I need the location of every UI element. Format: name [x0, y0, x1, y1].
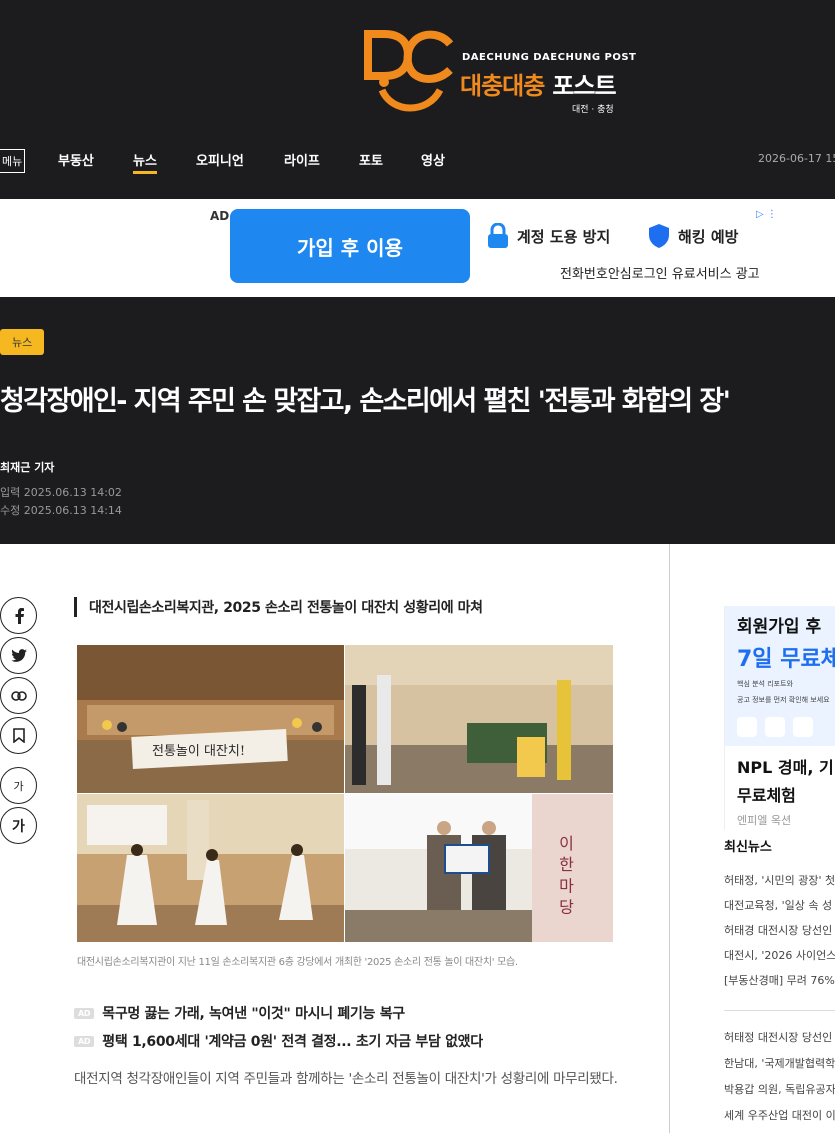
- share-toolbar: 가 가: [0, 597, 40, 847]
- sidebar-ad-title-1: NPL 경매, 기: [737, 758, 834, 777]
- logo-region: 대전 · 충청: [572, 105, 614, 115]
- nav-item-opinion[interactable]: 오피니언: [196, 150, 244, 169]
- ad-label: AD: [210, 209, 230, 223]
- nav-item-news[interactable]: 뉴스: [133, 150, 157, 174]
- latest-news-item[interactable]: [부동산경매] 무려 76%: [724, 972, 835, 988]
- ad-feature-2: 해킹 예방: [648, 223, 738, 249]
- sidebar-ad-small-2: 공고 정보를 먼저 확인해 보세요: [737, 696, 830, 704]
- logo-mark-icon: [364, 30, 454, 112]
- latest-news-item[interactable]: 박용갑 의원, 독립유공자: [724, 1081, 835, 1097]
- sidebar-ad[interactable]: 회원가입 후 7일 무료체 핵심 분석 리포트와 공고 정보를 먼저 확인해 보…: [724, 606, 835, 830]
- bookmark-button[interactable]: [0, 717, 37, 754]
- ad-signup-button[interactable]: 가입 후 이용: [230, 209, 470, 283]
- ad-feature-2-label: 해킹 예방: [678, 227, 739, 246]
- ad-banner[interactable]: AD 가입 후 이용 계정 도용 방지 해킹 예방 전화번호안심로그인 유료서비…: [0, 199, 835, 297]
- published-date: 입력 2025.06.13 14:02: [0, 486, 122, 499]
- logo-text-ko-2: 포스트: [552, 72, 616, 100]
- sidebar-ad-top: 회원가입 후 7일 무료체 핵심 분석 리포트와 공고 정보를 먼저 확인해 보…: [725, 606, 835, 746]
- ad-link-2-text: 평택 1,600세대 '계약금 0원' 전격 결정... 초기 자금 부담 없앴…: [102, 1034, 483, 1050]
- latest-news-item[interactable]: 세계 우주산업 대전이 이: [724, 1107, 835, 1123]
- photo-banner-text: 전통놀이 대잔치!: [152, 744, 245, 759]
- photo-collage: 전통놀이 대잔치! 이 한 마 당: [77, 645, 613, 942]
- latest-news-item[interactable]: 허태정 대전시장 당선인: [724, 1029, 832, 1045]
- reporter-name[interactable]: 최재근 기자: [0, 459, 54, 475]
- sidebar-ad-offer: 7일 무료체: [737, 647, 835, 672]
- sidebar-ad-small-1: 핵심 분석 리포트와: [737, 680, 793, 688]
- latest-news-item[interactable]: 대전교육청, '일상 속 성: [724, 897, 832, 913]
- ad-link-1[interactable]: AD 목구멍 끓는 가래, 녹여낸 "이것" 마시니 폐기능 복구: [74, 1003, 405, 1023]
- facebook-share-button[interactable]: [0, 597, 37, 634]
- latest-news-title: 최신뉴스: [724, 840, 772, 855]
- twitter-icon: [10, 648, 27, 662]
- link-icon: [10, 690, 27, 701]
- header-date: 2026-06-17 15:: [758, 152, 835, 165]
- ad-link-1-text: 목구멍 끓는 가래, 녹여낸 "이것" 마시니 폐기능 복구: [102, 1006, 405, 1022]
- nav-item-video[interactable]: 영상: [421, 150, 445, 169]
- ad-link-2-tag: AD: [74, 1035, 95, 1047]
- category-badge[interactable]: 뉴스: [0, 329, 45, 355]
- lock-icon: [488, 223, 508, 248]
- site-header: DAECHUNG DAECHUNG POST 대충대충 포스트 대전 · 충청 메…: [0, 0, 835, 199]
- latest-news-item[interactable]: 허태정, '시민의 광장' 첫: [724, 872, 835, 888]
- font-decrease-button[interactable]: 가: [0, 767, 37, 804]
- bookmark-icon: [12, 728, 25, 743]
- twitter-share-button[interactable]: [0, 637, 37, 674]
- latest-news-item[interactable]: 한남대, '국제개발협력학: [724, 1055, 835, 1071]
- sidebar-divider: [669, 544, 670, 1133]
- facebook-icon: [15, 607, 24, 624]
- ad-feature-1: 계정 도용 방지: [487, 223, 610, 249]
- logo-text-en: DAECHUNG DAECHUNG POST: [462, 52, 637, 63]
- ad-choices-icon[interactable]: ▷ ⋮: [756, 209, 777, 220]
- photo-caption: 대전시립손소리복지관이 지난 11일 손소리복지관 6층 강당에서 개최한 '2…: [77, 957, 518, 968]
- article-subtitle: 대전시립손소리복지관, 2025 손소리 전통놀이 대잔치 성황리에 마쳐: [74, 597, 483, 617]
- font-increase-button[interactable]: 가: [0, 807, 37, 844]
- main-nav: 메뉴 부동산 뉴스 오피니언 라이프 포토 영상 2026-06-17 15:: [0, 146, 835, 176]
- gavel-icon: [793, 717, 813, 737]
- article-lead: 대전지역 청각장애인들이 지역 주민들과 함께하는 '손소리 전통놀이 대잔치'…: [74, 1071, 618, 1087]
- site-logo[interactable]: DAECHUNG DAECHUNG POST 대충대충 포스트 대전 · 충청: [362, 30, 636, 120]
- article-photo[interactable]: 전통놀이 대잔치! 이 한 마 당: [77, 645, 613, 942]
- nav-item-realestate[interactable]: 부동산: [58, 150, 94, 169]
- ad-subtext: 전화번호안심로그인 유료서비스 광고: [560, 267, 760, 282]
- sidebar-ad-heading: 회원가입 후: [737, 617, 822, 637]
- shield-icon: [649, 224, 669, 248]
- copy-link-button[interactable]: [0, 677, 37, 714]
- nav-item-photo[interactable]: 포토: [359, 150, 383, 169]
- sidebar-ad-source: 엔피엘 옥션: [737, 814, 792, 827]
- article-header: 뉴스 청각장애인- 지역 주민 손 맞잡고, 손소리에서 펼친 '전통과 화합의…: [0, 297, 835, 544]
- nav-item-life[interactable]: 라이프: [284, 150, 320, 169]
- ad-feature-1-label: 계정 도용 방지: [517, 227, 611, 246]
- sidebar-ad-title-2: 무료체험: [737, 786, 796, 805]
- article-headline: 청각장애인- 지역 주민 손 맞잡고, 손소리에서 펼친 '전통과 화합의 장': [0, 386, 731, 417]
- sidebar-ad-icons: [737, 717, 835, 737]
- modified-date: 수정 2025.06.13 14:14: [0, 504, 122, 517]
- calendar-icon: [765, 717, 785, 737]
- latest-news-item[interactable]: 대전시, '2026 사이언스: [724, 947, 835, 963]
- menu-button[interactable]: 메뉴: [0, 149, 26, 173]
- document-icon: [737, 717, 757, 737]
- logo-text-ko-1: 대충대충: [460, 72, 545, 100]
- logo-text-ko: 대충대충 포스트: [460, 66, 617, 101]
- ad-link-1-tag: AD: [74, 1007, 95, 1019]
- latest-news-divider: [724, 1010, 835, 1011]
- ad-link-2[interactable]: AD 평택 1,600세대 '계약금 0원' 전격 결정... 초기 자금 부담…: [74, 1031, 483, 1051]
- latest-news-item[interactable]: 허태경 대전시장 당선인: [724, 922, 832, 938]
- photo-board-text: 이 한 마 당: [556, 835, 575, 914]
